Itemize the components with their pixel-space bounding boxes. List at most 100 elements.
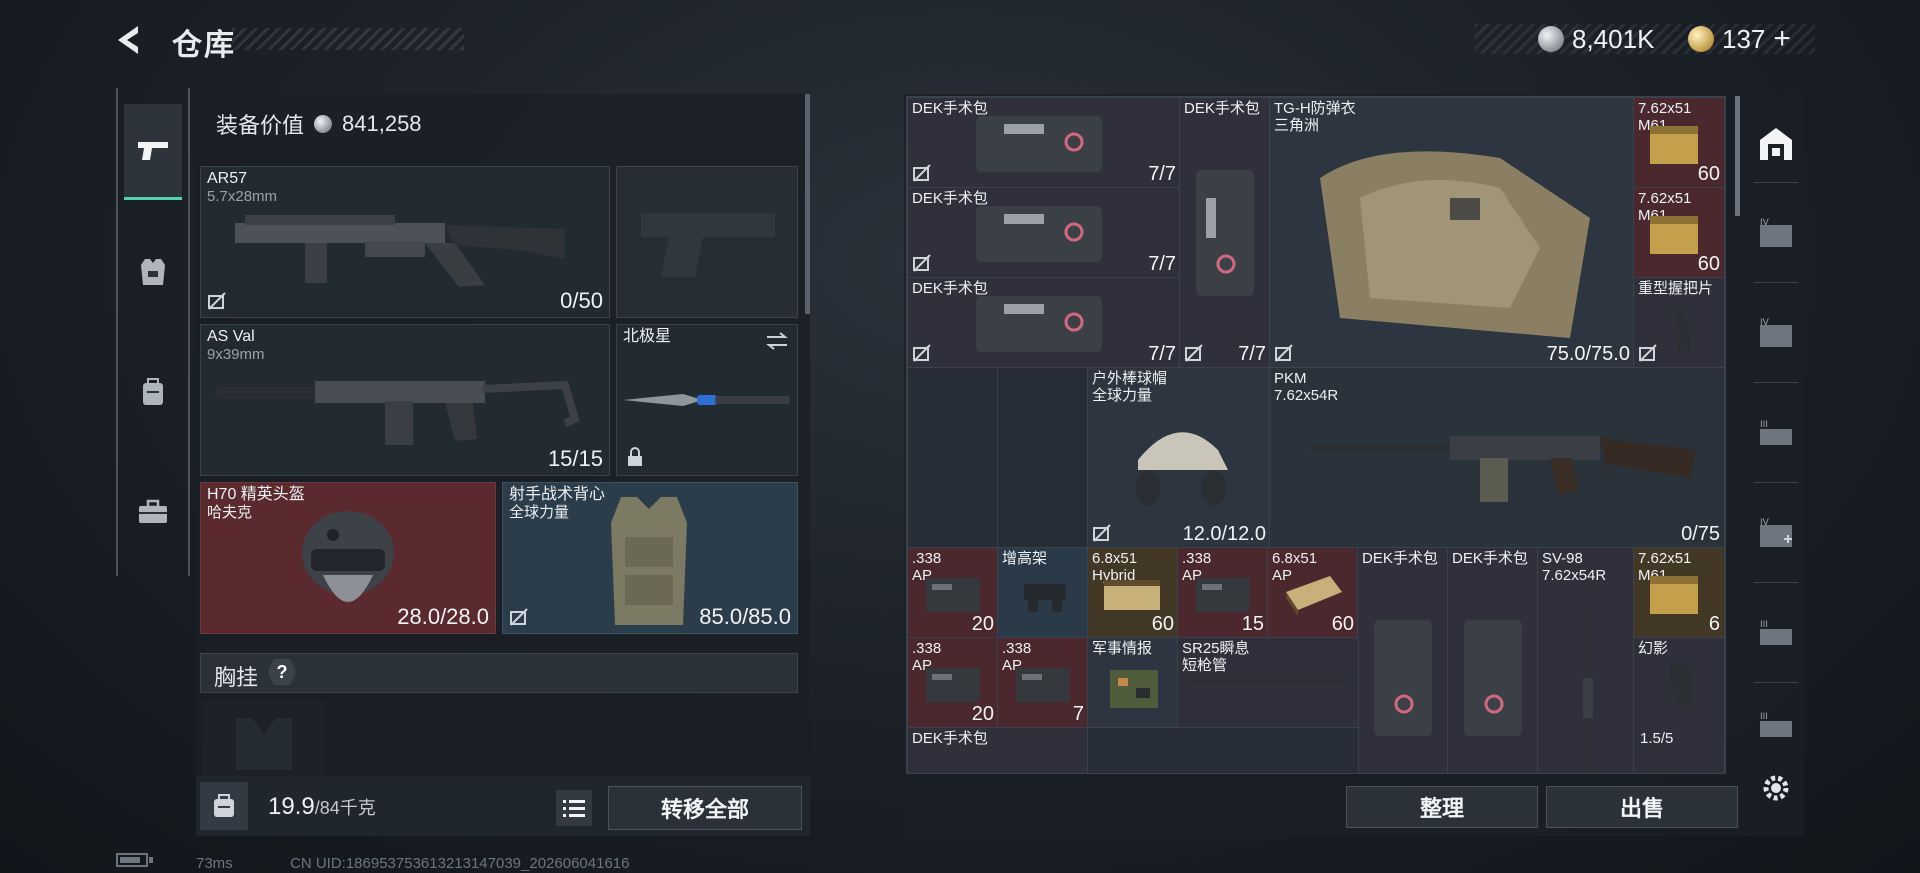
briefcase-icon	[139, 499, 167, 523]
storage-item-grip[interactable]: 重型握把片	[1633, 277, 1725, 369]
equipment-value-amount: 841,258	[342, 111, 422, 136]
storage-item-barrel[interactable]: SR25瞬息 短枪管	[1177, 637, 1359, 729]
add-currency-button[interactable]: +	[1773, 22, 1791, 56]
storage-scrollbar[interactable]	[1735, 96, 1740, 216]
primary-weapon-slot[interactable]: AR57 5.7x28mm 0/50	[200, 166, 610, 318]
storage-item-riser[interactable]: 增高架	[997, 547, 1089, 639]
item-name: AR57	[207, 170, 248, 187]
empty-cell[interactable]	[1087, 727, 1359, 773]
transfer-all-button[interactable]: 转移全部	[608, 786, 802, 830]
storage-item-ammo[interactable]: .338 AP 7	[997, 637, 1089, 729]
item-name: DEK手术包	[1362, 550, 1438, 567]
storage-item-ammo[interactable]: .338 AP 20	[907, 637, 999, 729]
armor-slot[interactable]: 射手战术背心 全球力量 85.0/85.0	[502, 482, 798, 634]
equipment-value: 装备价值 841,258	[216, 108, 422, 140]
riser-image	[1024, 584, 1066, 612]
ammo-box-image	[1650, 576, 1698, 614]
circuit-board-image	[1110, 670, 1158, 708]
svg-text:IV: IV	[1760, 218, 1770, 228]
secondary-weapon-slot[interactable]: AS Val 9x39mm 15/15	[200, 324, 610, 476]
backpack-weight-button[interactable]	[200, 782, 248, 830]
weapon-case-icon: III	[1760, 420, 1792, 445]
gold-coin-icon	[1688, 26, 1714, 52]
cap-image	[1136, 432, 1228, 506]
storage-item-dek-kit[interactable]: DEK手术包	[1447, 547, 1539, 773]
help-button[interactable]: ?	[268, 659, 296, 685]
storage-category-rail: IV IV III IV III III	[1746, 94, 1804, 836]
storage-case-tab[interactable]: IV	[1754, 212, 1798, 256]
chest-rig-placeholder-icon	[236, 718, 292, 770]
barrel-image	[1188, 680, 1348, 684]
storage-item-dek-kit[interactable]: DEK手术包	[1357, 547, 1449, 773]
list-view-button[interactable]	[556, 790, 592, 826]
chest-rig-slot[interactable]	[202, 700, 326, 776]
swap-icon[interactable]	[765, 331, 789, 351]
gold-amount: 137	[1722, 23, 1766, 54]
unlinked-icon	[913, 254, 931, 272]
storage-item-ammo[interactable]: 6.8x51 Hybrid 60	[1087, 547, 1179, 639]
storage-item-ammo[interactable]: .338 AP 15	[1177, 547, 1269, 639]
storage-case-tab[interactable]: III	[1754, 612, 1798, 656]
durability: 12.0/12.0	[1182, 523, 1266, 545]
empty-cell[interactable]	[997, 367, 1089, 549]
empty-cell[interactable]	[907, 367, 999, 549]
helmet-image	[302, 511, 394, 602]
helmet-slot[interactable]: H70 精英头盔 哈夫克 28.0/28.0	[200, 482, 496, 634]
rail-case-tab[interactable]	[124, 464, 182, 560]
storage-item-dek-kit[interactable]: DEK手术包 7/7	[907, 97, 1181, 189]
back-button[interactable]	[112, 20, 152, 60]
weight-current: 19.9	[268, 793, 315, 820]
storage-item-ammo[interactable]: 7.62x51 M61 60	[1633, 187, 1725, 279]
pistol-icon	[138, 141, 168, 160]
storage-case-tab[interactable]: IV	[1754, 312, 1798, 356]
storage-item-machine-gun[interactable]: PKM 7.62x54R 0/75	[1269, 367, 1725, 549]
back-arrow-icon	[118, 26, 138, 54]
storage-item-intel[interactable]: 军事情报	[1087, 637, 1179, 729]
gold-currency: 137 +	[1688, 22, 1791, 56]
battery-indicator	[116, 852, 156, 868]
medical-case-icon: IV	[1760, 518, 1792, 547]
sniper-rifle-image	[1583, 608, 1593, 773]
rail-weapons-tab[interactable]	[124, 104, 182, 200]
storage-item-headwear[interactable]: 户外棒球帽 全球力量 12.0/12.0	[1087, 367, 1271, 549]
rail-backpack-tab[interactable]	[124, 344, 182, 440]
item-name: SR25瞬息	[1182, 640, 1250, 657]
storage-case-tab[interactable]: III	[1754, 412, 1798, 456]
ammo-box-image	[1650, 126, 1698, 164]
item-brand: 三角洲	[1274, 117, 1320, 134]
storage-grid: DEK手术包 7/7 DEK手术包 7/7 DEK手术包 7/7 DEK手术包	[906, 96, 1726, 774]
storage-item-ammo[interactable]: 7.62x51 M61 60	[1633, 97, 1725, 189]
svg-text:III: III	[1760, 620, 1768, 630]
tool-case-icon: III	[1760, 712, 1792, 737]
storage-item-phantom[interactable]: 幻影 1.5/5	[1633, 637, 1725, 773]
user-uid: CN UID:1869537536132131470​39_2026060416…	[290, 855, 630, 872]
storage-case-tab[interactable]: IV	[1754, 512, 1798, 556]
sidearm-slot[interactable]	[616, 166, 798, 318]
ammo-box-image	[926, 668, 980, 702]
medkit-image	[1196, 170, 1254, 296]
storage-item-ammo[interactable]: 7.62x51 M61 6	[1633, 547, 1725, 639]
storage-item-dek-kit[interactable]: DEK手术包 7/7	[907, 187, 1181, 279]
item-count: 60	[1151, 613, 1174, 635]
sell-button[interactable]: 出售	[1546, 786, 1738, 828]
svg-text:III: III	[1760, 420, 1768, 430]
storage-item-ammo[interactable]: 6.8x51 AP 60	[1267, 547, 1359, 639]
storage-item-ammo[interactable]: .338 AP 20	[907, 547, 999, 639]
settings-button[interactable]	[1754, 766, 1798, 810]
storage-item-dek-kit[interactable]: DEK手术包 7/7	[907, 277, 1181, 369]
rail-armor-tab[interactable]	[124, 224, 182, 320]
ammo-box-image	[1286, 576, 1342, 616]
storage-item-dek-kit[interactable]: DEK手术包 7/7	[1179, 97, 1271, 369]
sort-button[interactable]: 整理	[1346, 786, 1538, 828]
gear-icon	[1763, 775, 1789, 801]
storage-all-tab[interactable]	[1754, 122, 1798, 166]
durability: 85.0/85.0	[699, 604, 791, 629]
melee-slot[interactable]: 北极星	[616, 324, 798, 476]
storage-item-sniper-rifle[interactable]: SV-98 7.62x54R	[1537, 547, 1635, 773]
storage-case-tab[interactable]: III	[1754, 704, 1798, 748]
item-count: 1.5/5	[1640, 730, 1674, 747]
loadout-scrollbar[interactable]	[805, 94, 810, 314]
storage-item-dek-kit[interactable]: DEK手术包	[907, 727, 1089, 773]
storage-item-body-armor[interactable]: TG-H防弹衣 三角洲 75.0/75.0	[1269, 97, 1635, 369]
item-brand: 全球力量	[509, 504, 570, 521]
